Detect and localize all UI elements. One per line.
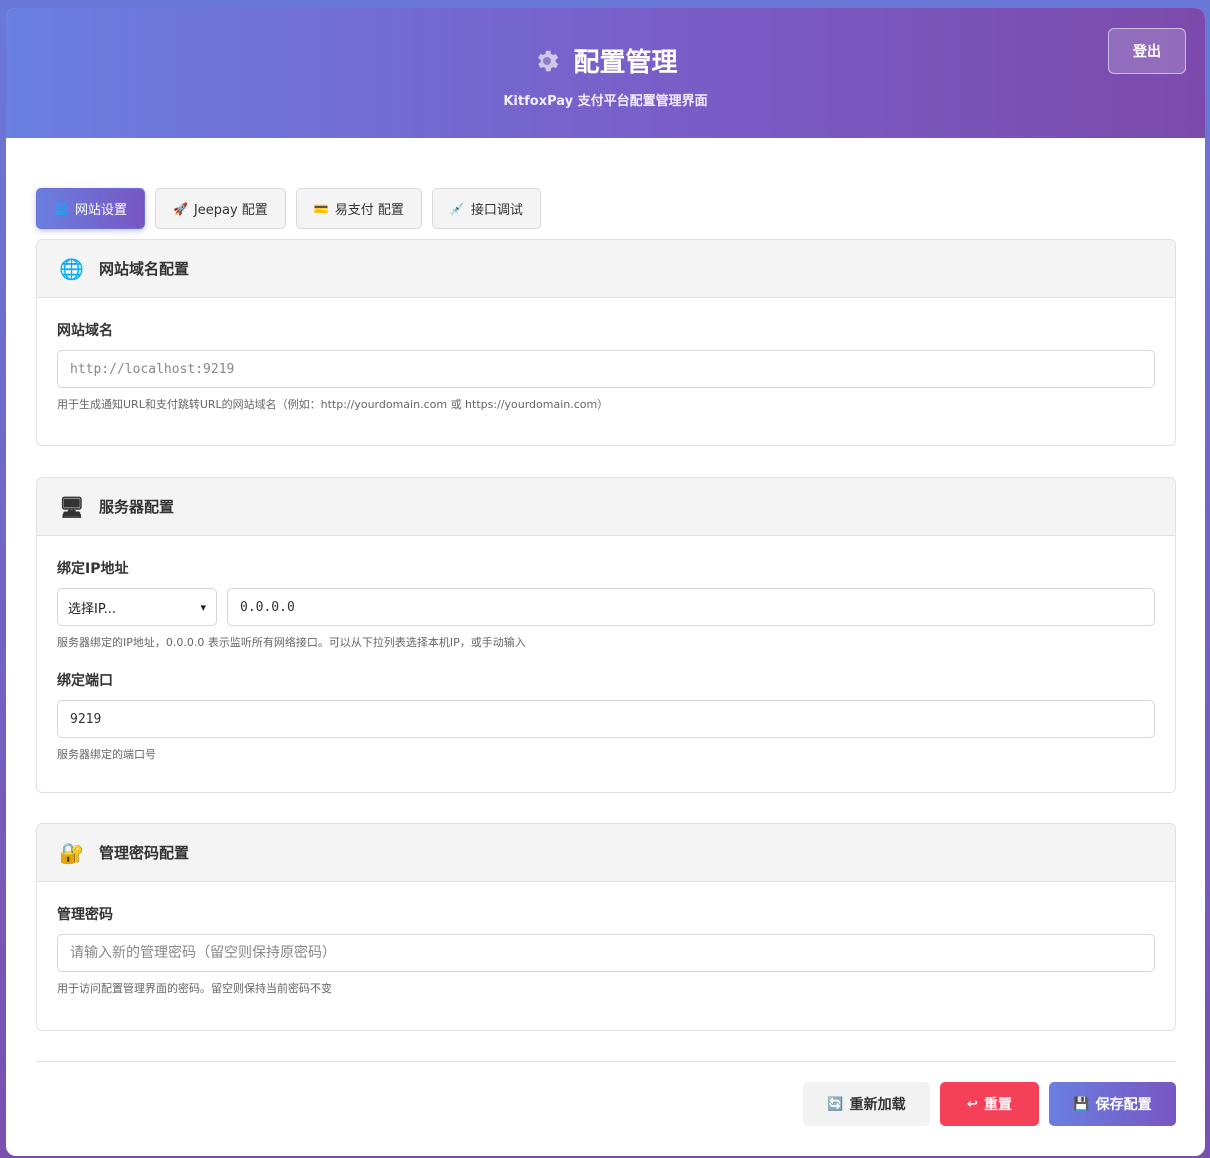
ip-select-value: 选择IP...	[68, 601, 117, 617]
rocket-icon: 🚀	[172, 201, 188, 216]
ip-hint: 服务器绑定的IP地址，0.0.0.0 表示监听所有网络接口。可以从下拉列表选择本…	[57, 636, 526, 649]
refresh-icon: 🔄	[827, 1096, 844, 1112]
tab-website-settings[interactable]: 🌐 网站设置	[36, 188, 145, 229]
ip-label: 绑定IP地址	[57, 561, 129, 577]
section-header: 🔐 管理密码配置	[37, 824, 1175, 882]
domain-hint: 用于生成通知URL和支付跳转URL的网站域名（例如：http://yourdom…	[57, 398, 609, 411]
computer-icon: 🖥	[59, 494, 85, 519]
config-card: 配置管理 KitfoxPay 支付平台配置管理界面 登出 🌐 网站设置 🚀 Je…	[6, 8, 1205, 1156]
globe-icon: 🌐	[54, 201, 69, 216]
save-button[interactable]: 💾 保存配置	[1049, 1082, 1176, 1126]
undo-icon: ↩	[967, 1096, 978, 1112]
ip-input[interactable]	[227, 588, 1155, 626]
page-title: 配置管理	[573, 48, 678, 78]
section-header: 🖥 服务器配置	[37, 478, 1175, 536]
server-section: 🖥 服务器配置 绑定IP地址 选择IP... ▾ 服务器绑定的IP地址，0.0.…	[36, 477, 1176, 793]
tab-label: 接口调试	[470, 203, 523, 218]
tab-label: Jeepay 配置	[193, 203, 268, 218]
port-hint: 服务器绑定的端口号	[57, 748, 156, 761]
password-label: 管理密码	[57, 907, 113, 923]
port-input[interactable]	[57, 700, 1155, 738]
domain-section: 🌐 网站域名配置 网站域名 用于生成通知URL和支付跳转URL的网站域名（例如：…	[36, 239, 1176, 446]
section-title: 服务器配置	[99, 498, 175, 516]
password-section: 🔐 管理密码配置 管理密码 用于访问配置管理界面的密码。留空则保持当前密码不变	[36, 823, 1176, 1031]
tab-jeepay-config[interactable]: 🚀 Jeepay 配置	[154, 188, 286, 229]
action-bar: 🔄 重新加载 ↩ 重置 💾 保存配置	[803, 1082, 1176, 1126]
globe-icon: 🌐	[59, 256, 84, 281]
page-title-row: 配置管理	[6, 42, 1205, 79]
page-subtitle: KitfoxPay 支付平台配置管理界面	[503, 94, 708, 109]
tab-api-debug[interactable]: 💉 接口调试	[431, 188, 541, 229]
section-title: 网站域名配置	[99, 260, 190, 278]
password-hint: 用于访问配置管理界面的密码。留空则保持当前密码不变	[57, 982, 332, 995]
password-input[interactable]	[57, 934, 1155, 972]
page-header: 配置管理 KitfoxPay 支付平台配置管理界面 登出	[6, 8, 1205, 138]
card-icon: 💳	[313, 201, 329, 216]
floppy-icon: 💾	[1073, 1096, 1090, 1112]
tab-bar: 🌐 网站设置 🚀 Jeepay 配置 💳 易支付 配置 💉 接口调试	[36, 188, 541, 229]
reload-label: 重新加载	[849, 1097, 906, 1113]
port-label: 绑定端口	[57, 673, 113, 689]
section-title: 管理密码配置	[99, 844, 190, 862]
chevron-down-icon: ▾	[200, 600, 206, 614]
gear-icon	[538, 50, 559, 71]
reset-button[interactable]: ↩ 重置	[940, 1082, 1039, 1126]
tab-epay-config[interactable]: 💳 易支付 配置	[295, 188, 422, 229]
ip-select[interactable]: 选择IP... ▾	[57, 588, 217, 626]
reload-button[interactable]: 🔄 重新加载	[803, 1082, 930, 1126]
domain-input[interactable]	[57, 350, 1155, 388]
domain-label: 网站域名	[57, 323, 113, 339]
logout-button[interactable]: 登出	[1108, 28, 1186, 74]
reset-label: 重置	[983, 1097, 1012, 1113]
tab-label: 易支付 配置	[334, 203, 404, 218]
divider	[36, 1061, 1176, 1062]
lock-icon: 🔐	[59, 840, 84, 865]
save-label: 保存配置	[1095, 1097, 1152, 1113]
syringe-icon: 💉	[449, 201, 465, 216]
section-header: 🌐 网站域名配置	[37, 240, 1175, 298]
tab-label: 网站设置	[74, 203, 127, 218]
